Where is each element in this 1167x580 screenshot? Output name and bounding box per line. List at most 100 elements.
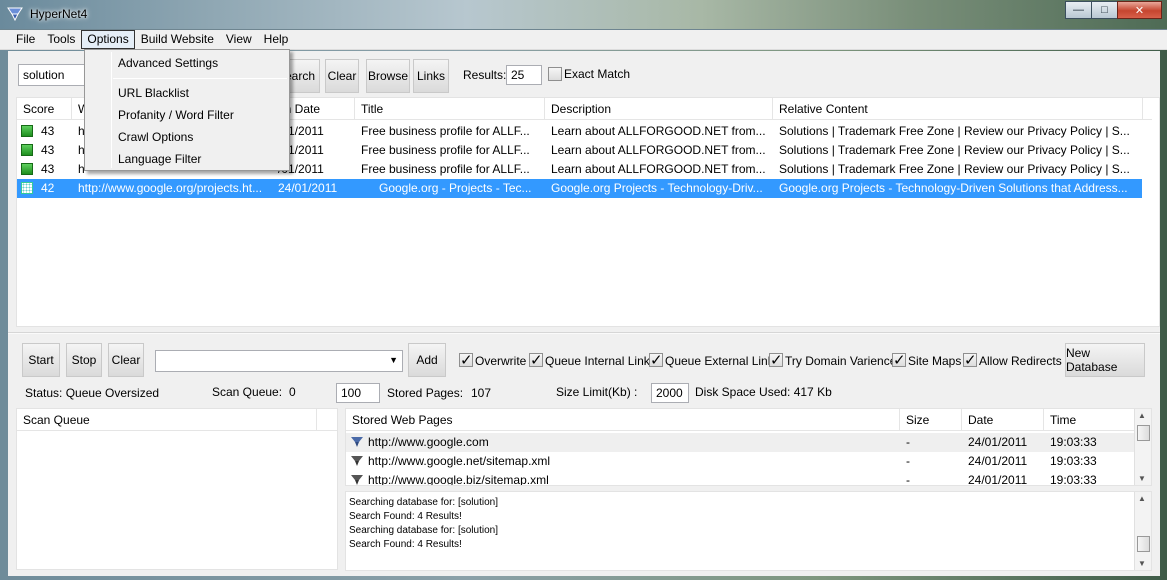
column-title[interactable]: Title <box>355 98 545 120</box>
clear-search-button[interactable]: Clear <box>325 59 359 93</box>
log-line: Search Found: 4 Results! <box>349 511 462 522</box>
url-dropdown[interactable]: ▼ <box>155 350 403 372</box>
scroll-up-icon[interactable]: ▲ <box>1138 494 1146 503</box>
url-cell: http://www.google.org/projects.ht... <box>78 181 263 195</box>
menu-profanity-word-filter[interactable]: Profanity / Word Filter <box>118 108 234 122</box>
scroll-thumb[interactable] <box>1137 536 1150 552</box>
overwrite-label: Overwrite <box>475 354 527 368</box>
log-panel[interactable]: Searching database for: [solution] Searc… <box>345 491 1152 571</box>
size-cell: - <box>906 473 910 486</box>
url-cell: http://www.google.net/sitemap.xml <box>368 454 551 468</box>
results-label: Results: <box>463 68 507 82</box>
links-button[interactable]: Links <box>413 59 449 93</box>
column-description[interactable]: Description <box>545 98 773 120</box>
time-cell: 19:03:33 <box>1050 473 1097 486</box>
description-cell: Google.org Projects - Technology-Driv... <box>551 181 763 195</box>
column-time[interactable]: Time <box>1044 409 1136 431</box>
menu-help[interactable]: Help <box>258 30 295 49</box>
scroll-thumb[interactable] <box>1137 425 1150 441</box>
scroll-down-icon[interactable]: ▼ <box>1138 474 1146 483</box>
menu-language-filter[interactable]: Language Filter <box>118 152 201 166</box>
size-limit-input[interactable]: 2000 <box>651 383 689 403</box>
date-cell: 24/01/2011 <box>968 473 1028 486</box>
scan-queue-header-row: Scan Queue <box>17 409 337 431</box>
menu-url-blacklist[interactable]: URL Blacklist <box>118 86 189 100</box>
stored-pages-scrollbar[interactable]: ▲ ▼ <box>1134 409 1151 485</box>
time-cell: 19:03:33 <box>1050 435 1097 449</box>
clear-queue-button[interactable]: Clear <box>108 343 144 377</box>
queue-external-links-label: Queue External Links <box>665 354 780 368</box>
content-cell: Solutions | Trademark Free Zone | Review… <box>779 143 1130 157</box>
stop-button[interactable]: Stop <box>66 343 102 377</box>
menu-bar: File Tools Options Build Website View He… <box>0 30 1167 50</box>
size-cell: - <box>906 454 910 468</box>
maximize-button[interactable]: □ <box>1091 1 1118 19</box>
size-limit-label: Size Limit(Kb) : <box>556 385 638 399</box>
start-button[interactable]: Start <box>22 343 60 377</box>
menu-file[interactable]: File <box>10 30 41 49</box>
menu-build-website[interactable]: Build Website <box>135 30 220 49</box>
score-cell: 43 <box>41 162 55 176</box>
score-cell: 43 <box>41 124 55 138</box>
overwrite-checkbox[interactable] <box>459 351 473 369</box>
new-database-button[interactable]: New Database <box>1065 343 1145 377</box>
stored-pages-header: Stored Web Pages Size Date Time <box>346 409 1136 431</box>
table-row[interactable]: http://www.google.net/sitemap.xml - 24/0… <box>346 452 1136 471</box>
score-cell: 42 <box>41 181 55 195</box>
app-logo-icon <box>7 7 23 22</box>
scroll-down-icon[interactable]: ▼ <box>1138 559 1146 568</box>
try-domain-variences-checkbox[interactable] <box>769 351 783 369</box>
browse-button[interactable]: Browse <box>366 59 410 93</box>
disk-space-text: Disk Space Used: 417 Kb <box>695 385 832 399</box>
queue-limit-input[interactable]: 100 <box>336 383 380 403</box>
close-button[interactable]: ✕ <box>1117 1 1162 19</box>
score-icon <box>21 163 33 175</box>
title-cell: Free business profile for ALLF... <box>361 143 530 157</box>
content-cell: Solutions | Trademark Free Zone | Review… <box>779 124 1130 138</box>
menu-crawl-options[interactable]: Crawl Options <box>118 130 193 144</box>
table-row-selected[interactable]: 42 http://www.google.org/projects.ht... … <box>17 179 1142 198</box>
column-date[interactable]: Date <box>962 409 1044 431</box>
column-relative-content[interactable]: Relative Content <box>773 98 1143 120</box>
scan-queue-list[interactable]: Scan Queue <box>16 408 338 570</box>
exact-match-label: Exact Match <box>564 67 631 81</box>
menu-gutter <box>111 52 112 168</box>
stored-pages-value: 107 <box>471 386 492 400</box>
log-scrollbar[interactable]: ▲ ▼ <box>1134 492 1151 570</box>
column-size[interactable]: Size <box>900 409 962 431</box>
add-url-button[interactable]: Add <box>408 343 446 377</box>
column-score[interactable]: Score <box>17 98 72 120</box>
queue-internal-links-label: Queue Internal Links <box>545 354 656 368</box>
title-cell: Free business profile for ALLF... <box>361 124 530 138</box>
menu-advanced-settings[interactable]: Advanced Settings <box>118 56 218 70</box>
exact-match-checkbox[interactable] <box>548 67 562 81</box>
column-stored-web-pages[interactable]: Stored Web Pages <box>346 409 900 431</box>
splitter[interactable] <box>8 332 1160 334</box>
queue-external-links-checkbox[interactable] <box>649 351 663 369</box>
menu-separator <box>113 78 287 79</box>
menu-tools[interactable]: Tools <box>41 30 81 49</box>
log-line: Search Found: 4 Results! <box>349 539 462 550</box>
menu-options[interactable]: Options <box>81 30 135 49</box>
chevron-down-icon[interactable]: ▼ <box>389 355 398 365</box>
url-cell: http://www.google.biz/sitemap.xml <box>368 473 549 486</box>
queue-internal-links-checkbox[interactable] <box>529 351 543 369</box>
allow-redirects-checkbox[interactable] <box>963 351 977 369</box>
log-line: Searching database for: [solution] <box>349 497 498 508</box>
table-row[interactable]: http://www.google.biz/sitemap.xml - 24/0… <box>346 471 1136 486</box>
description-cell: Learn about ALLFORGOOD.NET from... <box>551 124 766 138</box>
menu-view[interactable]: View <box>220 30 258 49</box>
site-maps-checkbox[interactable] <box>892 351 906 369</box>
scroll-up-icon[interactable]: ▲ <box>1138 411 1146 420</box>
window-title: HyperNet4 <box>30 7 88 21</box>
content-cell: Google.org Projects - Technology-Driven … <box>779 181 1128 195</box>
column-scan-queue[interactable]: Scan Queue <box>17 409 317 431</box>
table-row[interactable]: http://www.google.com - 24/01/2011 19:03… <box>346 433 1136 452</box>
time-cell: 19:03:33 <box>1050 454 1097 468</box>
description-cell: Learn about ALLFORGOOD.NET from... <box>551 162 766 176</box>
minimize-button[interactable]: — <box>1065 1 1092 19</box>
title-bar[interactable]: HyperNet4 — □ ✕ <box>0 0 1167 30</box>
score-icon <box>21 144 33 156</box>
stored-pages-table[interactable]: Stored Web Pages Size Date Time http://w… <box>345 408 1152 486</box>
results-count-input[interactable]: 25 <box>506 65 542 85</box>
